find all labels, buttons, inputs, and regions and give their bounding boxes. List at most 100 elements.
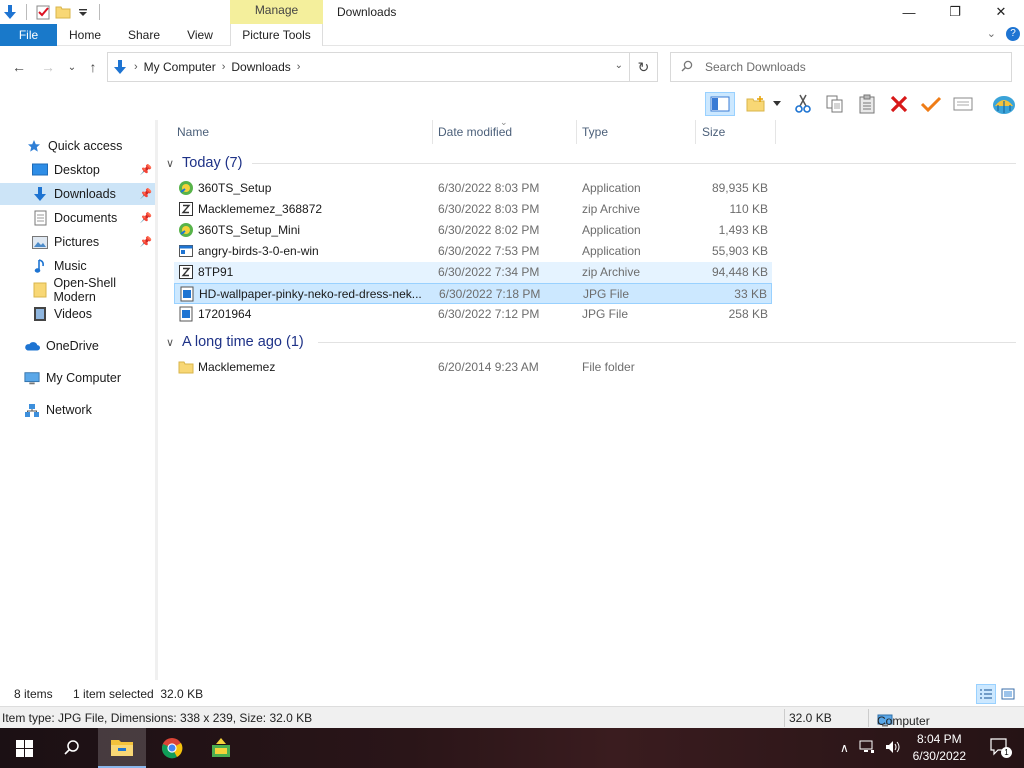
sidebar-item-my-computer[interactable]: My Computer [0,367,158,389]
system-clock[interactable]: 8:04 PM 6/30/2022 [913,731,966,765]
file-name: angry-birds-3-0-en-win [198,244,319,258]
installer-taskbar-icon[interactable] [197,728,245,768]
chevron-right-icon[interactable]: › [222,61,226,73]
paste-icon[interactable] [854,92,880,116]
refresh-button[interactable]: ↻ [630,52,658,82]
pin-icon[interactable]: 📌 [140,237,152,248]
navigation-pane-scrollbar[interactable] [155,120,158,680]
navigation-bar: ← → ⌄ ↑ › My Computer › Downloads › ⌄ ↻ … [0,46,1024,88]
file-row[interactable]: 8TP91 6/30/2022 7:34 PM zip Archive 94,4… [174,262,772,283]
file-row-selected[interactable]: HD-wallpaper-pinky-neko-red-dress-nek...… [174,283,772,304]
search-button[interactable] [48,728,96,768]
manage-contextual-tab[interactable]: Manage [230,0,323,24]
tab-picture-tools[interactable]: Picture Tools [230,24,323,46]
file-size: 33 KB [734,287,767,301]
file-date: 6/20/2014 9:23 AM [438,360,539,374]
tab-file[interactable]: File [0,24,57,46]
help-icon[interactable]: ? [1006,27,1020,41]
large-icons-view-icon[interactable] [998,684,1018,704]
address-bar[interactable]: › My Computer › Downloads › ⌄ [107,52,630,82]
pin-icon[interactable]: 📌 [140,213,152,224]
chevron-up-icon[interactable]: ∧ [840,741,849,755]
breadcrumb-my-computer[interactable]: My Computer [144,60,216,74]
group-header-a-long-time-ago[interactable]: ∨ A long time ago (1) [166,332,304,352]
search-input[interactable]: Search Downloads [670,52,1012,82]
new-folder-icon[interactable] [55,4,71,20]
cut-icon[interactable] [790,92,816,116]
file-row[interactable]: angry-birds-3-0-en-win 6/30/2022 7:53 PM… [174,241,772,262]
image-file-icon [178,306,194,322]
start-button[interactable] [0,728,48,768]
group-header-today[interactable]: ∨ Today (7) [166,153,242,173]
file-date: 6/30/2022 8:03 PM [438,202,540,216]
back-button[interactable]: ← [9,58,29,76]
properties-icon[interactable] [35,4,51,20]
sort-arrow-icon: ⌄ [500,117,508,127]
file-row[interactable]: Macklememez 6/20/2014 9:23 AM File folde… [174,357,772,378]
details-view-icon[interactable] [976,684,996,704]
sidebar-item-network[interactable]: Network [0,399,158,421]
customize-qat-icon[interactable] [75,4,91,20]
navigation-pane-toggle-icon[interactable] [705,92,735,116]
email-icon[interactable] [950,92,976,116]
rename-checkmark-icon[interactable] [918,92,944,116]
up-button[interactable]: ↑ [83,58,103,76]
globe-shell-icon[interactable] [989,92,1019,116]
sidebar-item-desktop[interactable]: Desktop 📌 [0,159,158,181]
file-row[interactable]: 360TS_Setup 6/30/2022 8:03 PM Applicatio… [174,178,772,199]
tab-view[interactable]: View [180,24,220,46]
new-item-dropdown-icon[interactable] [770,92,784,116]
tab-share[interactable]: Share [122,24,166,46]
chevron-right-icon[interactable]: › [297,61,301,73]
file-row[interactable]: 17201964 6/30/2022 7:12 PM JPG File 258 … [174,304,772,325]
sidebar-item-documents[interactable]: Documents 📌 [0,207,158,229]
column-header-name[interactable]: Name [160,120,432,144]
delete-icon[interactable] [886,92,912,116]
sidebar-item-open-shell-modern[interactable]: Open-Shell Modern [0,276,158,304]
pin-icon[interactable]: 📌 [140,165,152,176]
network-icon[interactable] [859,740,875,757]
file-row[interactable]: 360TS_Setup_Mini 6/30/2022 8:02 PM Appli… [174,220,772,241]
chrome-taskbar-icon[interactable] [148,728,196,768]
command-toolbar [0,88,1024,120]
volume-icon[interactable] [885,740,901,757]
copy-icon[interactable] [822,92,848,116]
details-divider [868,709,869,727]
new-folder-icon[interactable] [743,92,769,116]
breadcrumb-downloads[interactable]: Downloads [231,60,290,74]
file-size: 89,935 KB [711,181,768,195]
sidebar-item-videos[interactable]: Videos [0,303,158,325]
forward-button[interactable]: → [38,58,58,76]
sidebar-item-label: OneDrive [46,339,99,353]
file-row[interactable]: Macklememez_368872 6/30/2022 8:03 PM zip… [174,199,772,220]
pin-icon[interactable]: 📌 [140,189,152,200]
details-divider [784,709,785,727]
sidebar-item-onedrive[interactable]: OneDrive [0,335,158,357]
sidebar-item-pictures[interactable]: Pictures 📌 [0,231,158,253]
ribbon-controls: ⌄ ? [987,27,1020,41]
chevron-down-icon[interactable]: ⌄ [615,60,623,71]
maximize-button[interactable]: ❐ [932,0,978,24]
file-size: 94,448 KB [711,265,768,279]
sidebar-item-quick-access[interactable]: Quick access [0,135,158,157]
file-size: 258 KB [728,307,768,321]
quick-access-toolbar [0,2,104,22]
column-header-date-modified[interactable]: Date modified [421,120,576,144]
notification-badge: 1 [1001,747,1012,758]
recent-locations-button[interactable]: ⌄ [62,58,82,76]
notification-center-icon[interactable]: 1 [990,738,1012,758]
folder-icon [178,359,194,375]
column-header-type[interactable]: Type [565,120,695,144]
download-arrow-icon[interactable] [2,4,18,20]
item-size: 32.0 KB [789,711,832,725]
collapse-ribbon-icon[interactable]: ⌄ [987,27,996,41]
close-button[interactable]: ✕ [978,0,1024,24]
column-divider[interactable] [775,120,776,144]
sidebar-item-music[interactable]: Music [0,255,158,277]
minimize-button[interactable]: — [886,0,932,24]
column-header-size[interactable]: Size [685,120,775,144]
tab-home[interactable]: Home [62,24,108,46]
sidebar-item-downloads[interactable]: Downloads 📌 [0,183,158,205]
file-name: 8TP91 [198,265,234,279]
file-explorer-taskbar-icon[interactable] [98,728,146,768]
